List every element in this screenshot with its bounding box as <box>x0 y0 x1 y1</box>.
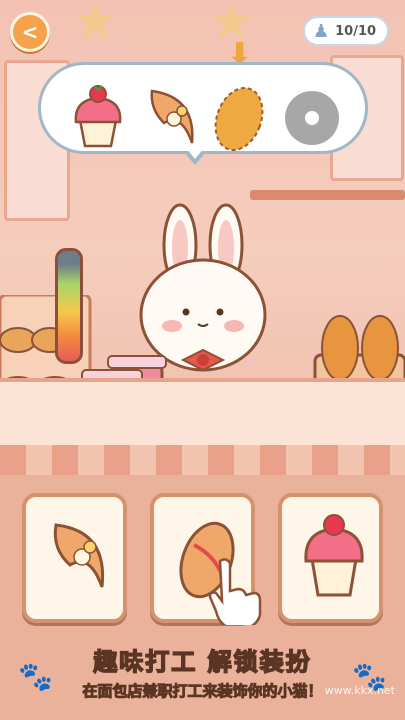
person-icon: ♟ <box>313 20 330 42</box>
customer-count-text: 10/10 <box>335 23 377 39</box>
timer-meter <box>55 248 83 364</box>
bread-loaf-icon <box>214 87 264 151</box>
back-button[interactable]: < <box>10 12 50 52</box>
croissant-icon <box>150 89 194 144</box>
shop-counter <box>0 378 405 452</box>
customer-counter: ♟ 10/10 <box>303 16 389 46</box>
tap-hand-icon <box>208 558 262 625</box>
counter-awning <box>0 445 405 475</box>
cupcake-icon <box>74 85 122 148</box>
choice-card-cupcake[interactable] <box>278 493 383 623</box>
watermark: www.kkx.net <box>324 684 395 697</box>
banner-title: 趣味打工 解锁装扮 <box>93 647 312 677</box>
donut-icon <box>285 91 339 145</box>
star-decoration-icon: ★ <box>72 0 119 52</box>
back-arrow-icon: < <box>21 20 39 44</box>
croissant-icon <box>53 523 105 588</box>
choice-card-bread[interactable] <box>150 493 262 625</box>
cupcake-icon <box>304 514 364 597</box>
shelf-top <box>250 190 405 200</box>
choice-card-croissant[interactable] <box>22 493 127 623</box>
